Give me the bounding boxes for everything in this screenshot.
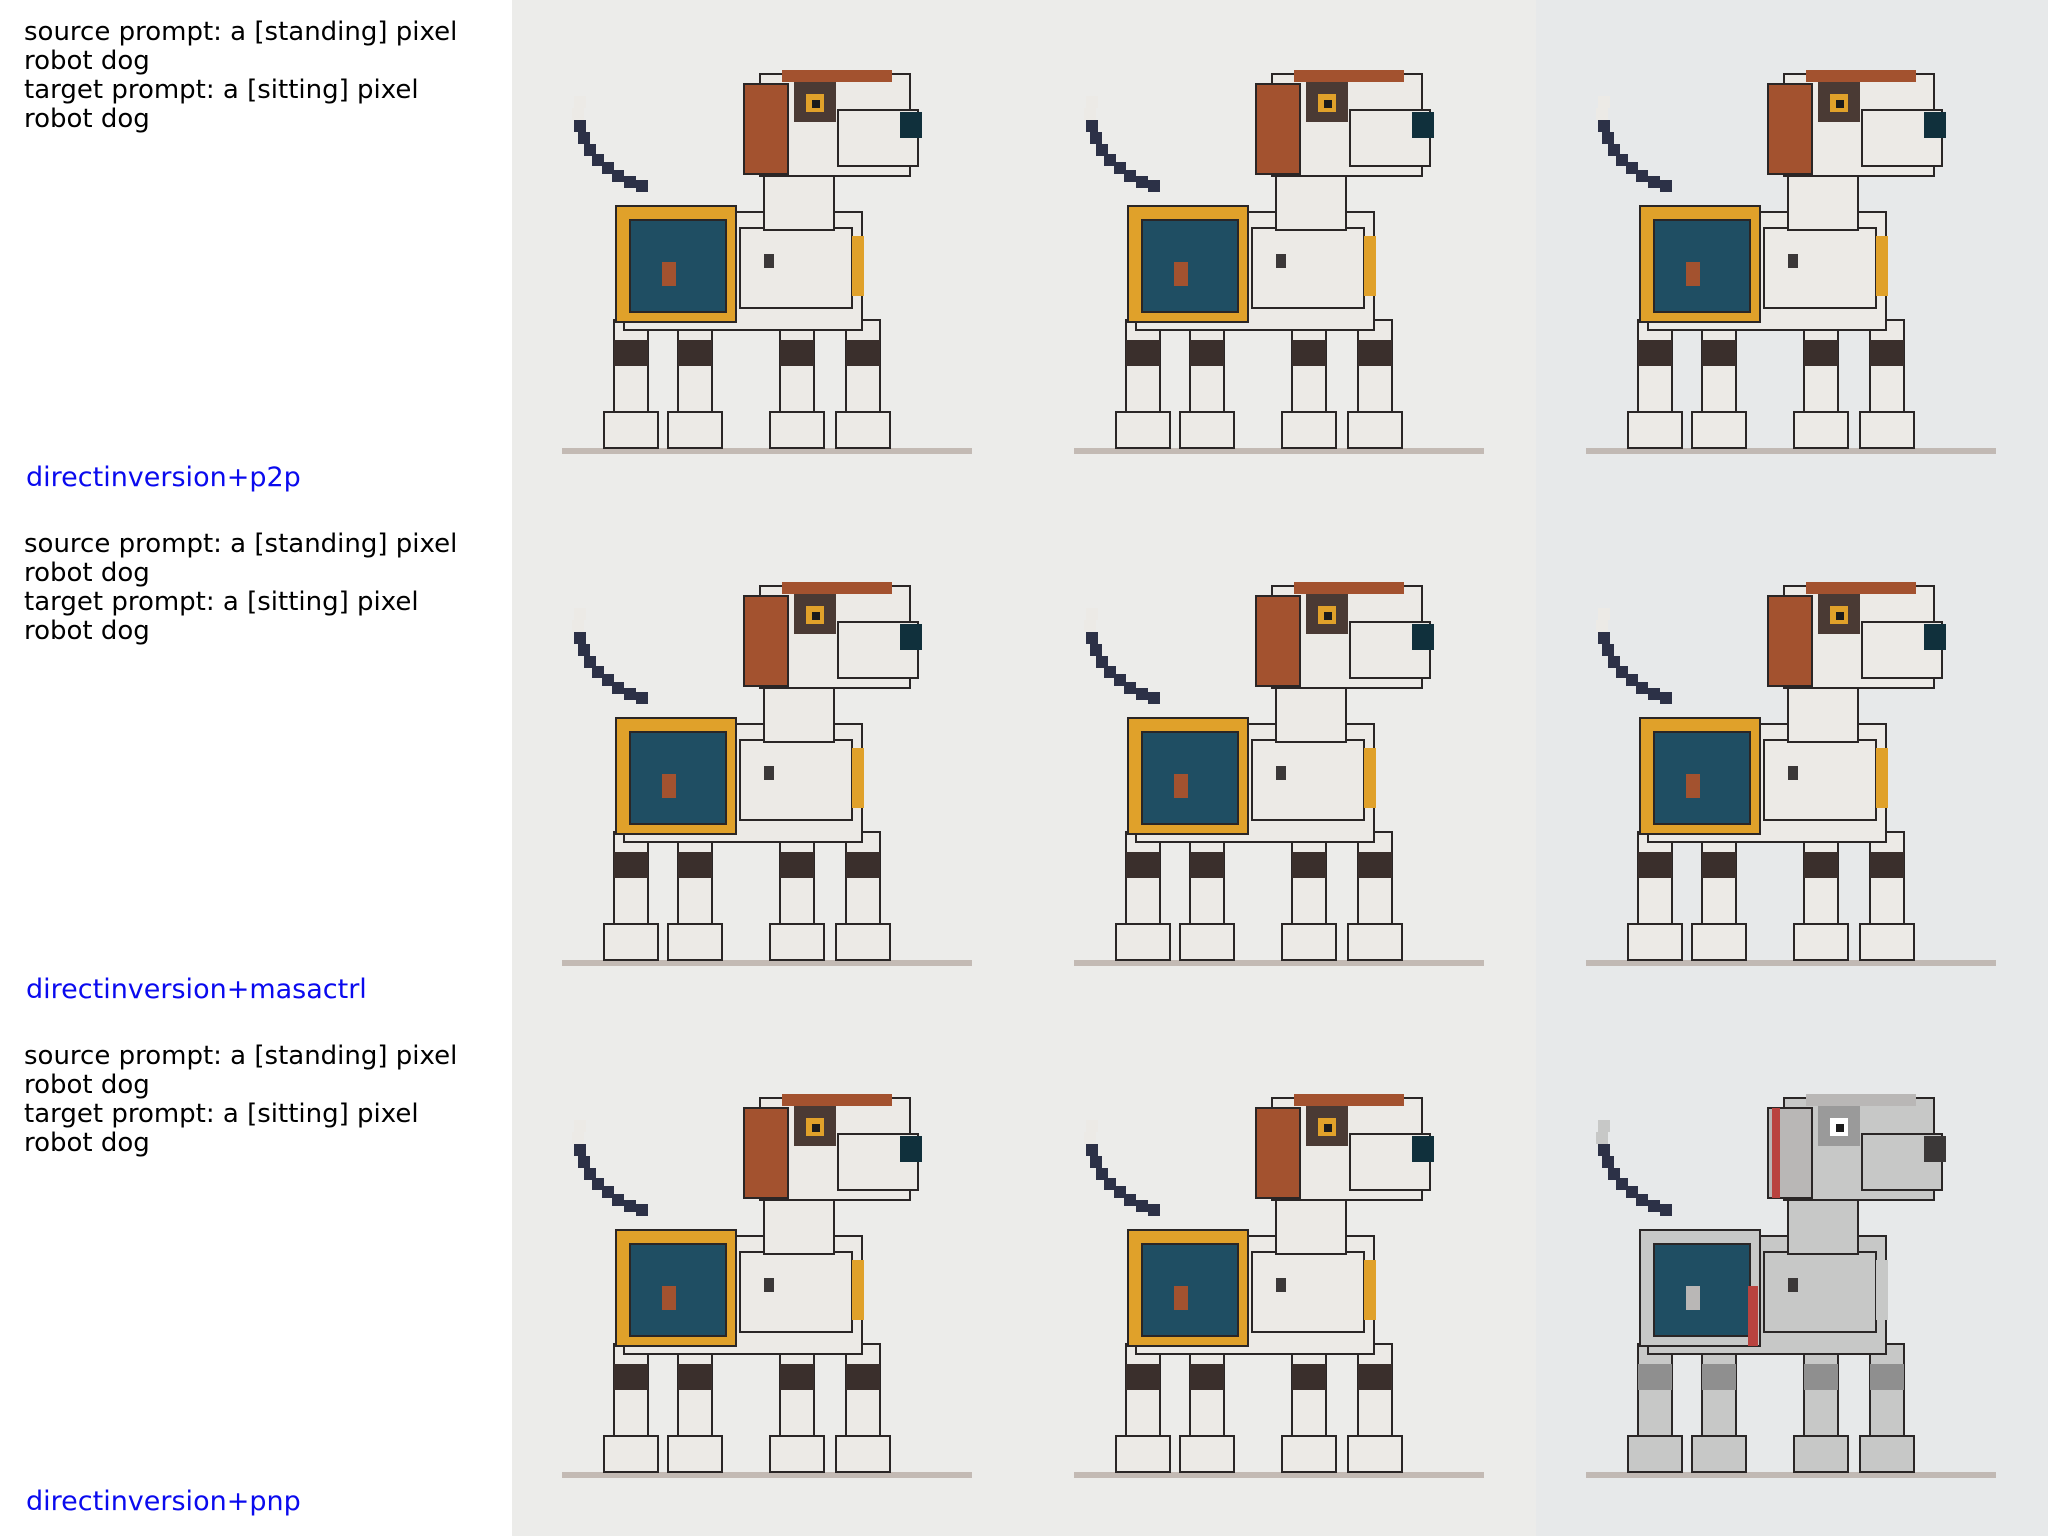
robot-dog-image — [1536, 0, 2048, 512]
robot-dog-image — [1536, 512, 2048, 1024]
reconstruction-image — [1024, 1024, 1536, 1536]
reconstruction-image — [1024, 0, 1536, 512]
source-image — [512, 512, 1024, 1024]
source-prompt: source prompt: a [standing] pixel robot … — [24, 17, 458, 76]
reconstruction-image — [1024, 512, 1536, 1024]
robot-dog-image — [512, 1024, 1024, 1536]
result-row: source prompt: a [standing] pixel robot … — [0, 0, 2048, 512]
method-link[interactable]: directinversion+p2p — [26, 462, 301, 493]
result-row: source prompt: a [standing] pixel robot … — [0, 512, 2048, 1024]
robot-dog-image — [1536, 1024, 2048, 1536]
edited-image — [1536, 0, 2048, 512]
target-prompt: target prompt: a [sitting] pixel robot d… — [24, 75, 419, 134]
prompt-text: source prompt: a [standing] pixel robot … — [24, 18, 494, 134]
source-prompt: source prompt: a [standing] pixel robot … — [24, 1041, 458, 1100]
source-image — [512, 1024, 1024, 1536]
prompt-text: source prompt: a [standing] pixel robot … — [24, 1042, 494, 1158]
method-link[interactable]: directinversion+pnp — [26, 1486, 301, 1517]
source-prompt: source prompt: a [standing] pixel robot … — [24, 529, 458, 588]
caption-cell: source prompt: a [standing] pixel robot … — [0, 1024, 512, 1536]
robot-dog-image — [512, 0, 1024, 512]
caption-cell: source prompt: a [standing] pixel robot … — [0, 0, 512, 512]
result-row: source prompt: a [standing] pixel robot … — [0, 1024, 2048, 1536]
target-prompt: target prompt: a [sitting] pixel robot d… — [24, 587, 419, 646]
source-image — [512, 0, 1024, 512]
robot-dog-image — [1024, 1024, 1536, 1536]
caption-cell: source prompt: a [standing] pixel robot … — [0, 512, 512, 1024]
robot-dog-image — [1024, 512, 1536, 1024]
method-link[interactable]: directinversion+masactrl — [26, 974, 367, 1005]
prompt-text: source prompt: a [standing] pixel robot … — [24, 530, 494, 646]
robot-dog-image — [1024, 0, 1536, 512]
edited-image — [1536, 512, 2048, 1024]
target-prompt: target prompt: a [sitting] pixel robot d… — [24, 1099, 419, 1158]
edited-image — [1536, 1024, 2048, 1536]
robot-dog-image — [512, 512, 1024, 1024]
